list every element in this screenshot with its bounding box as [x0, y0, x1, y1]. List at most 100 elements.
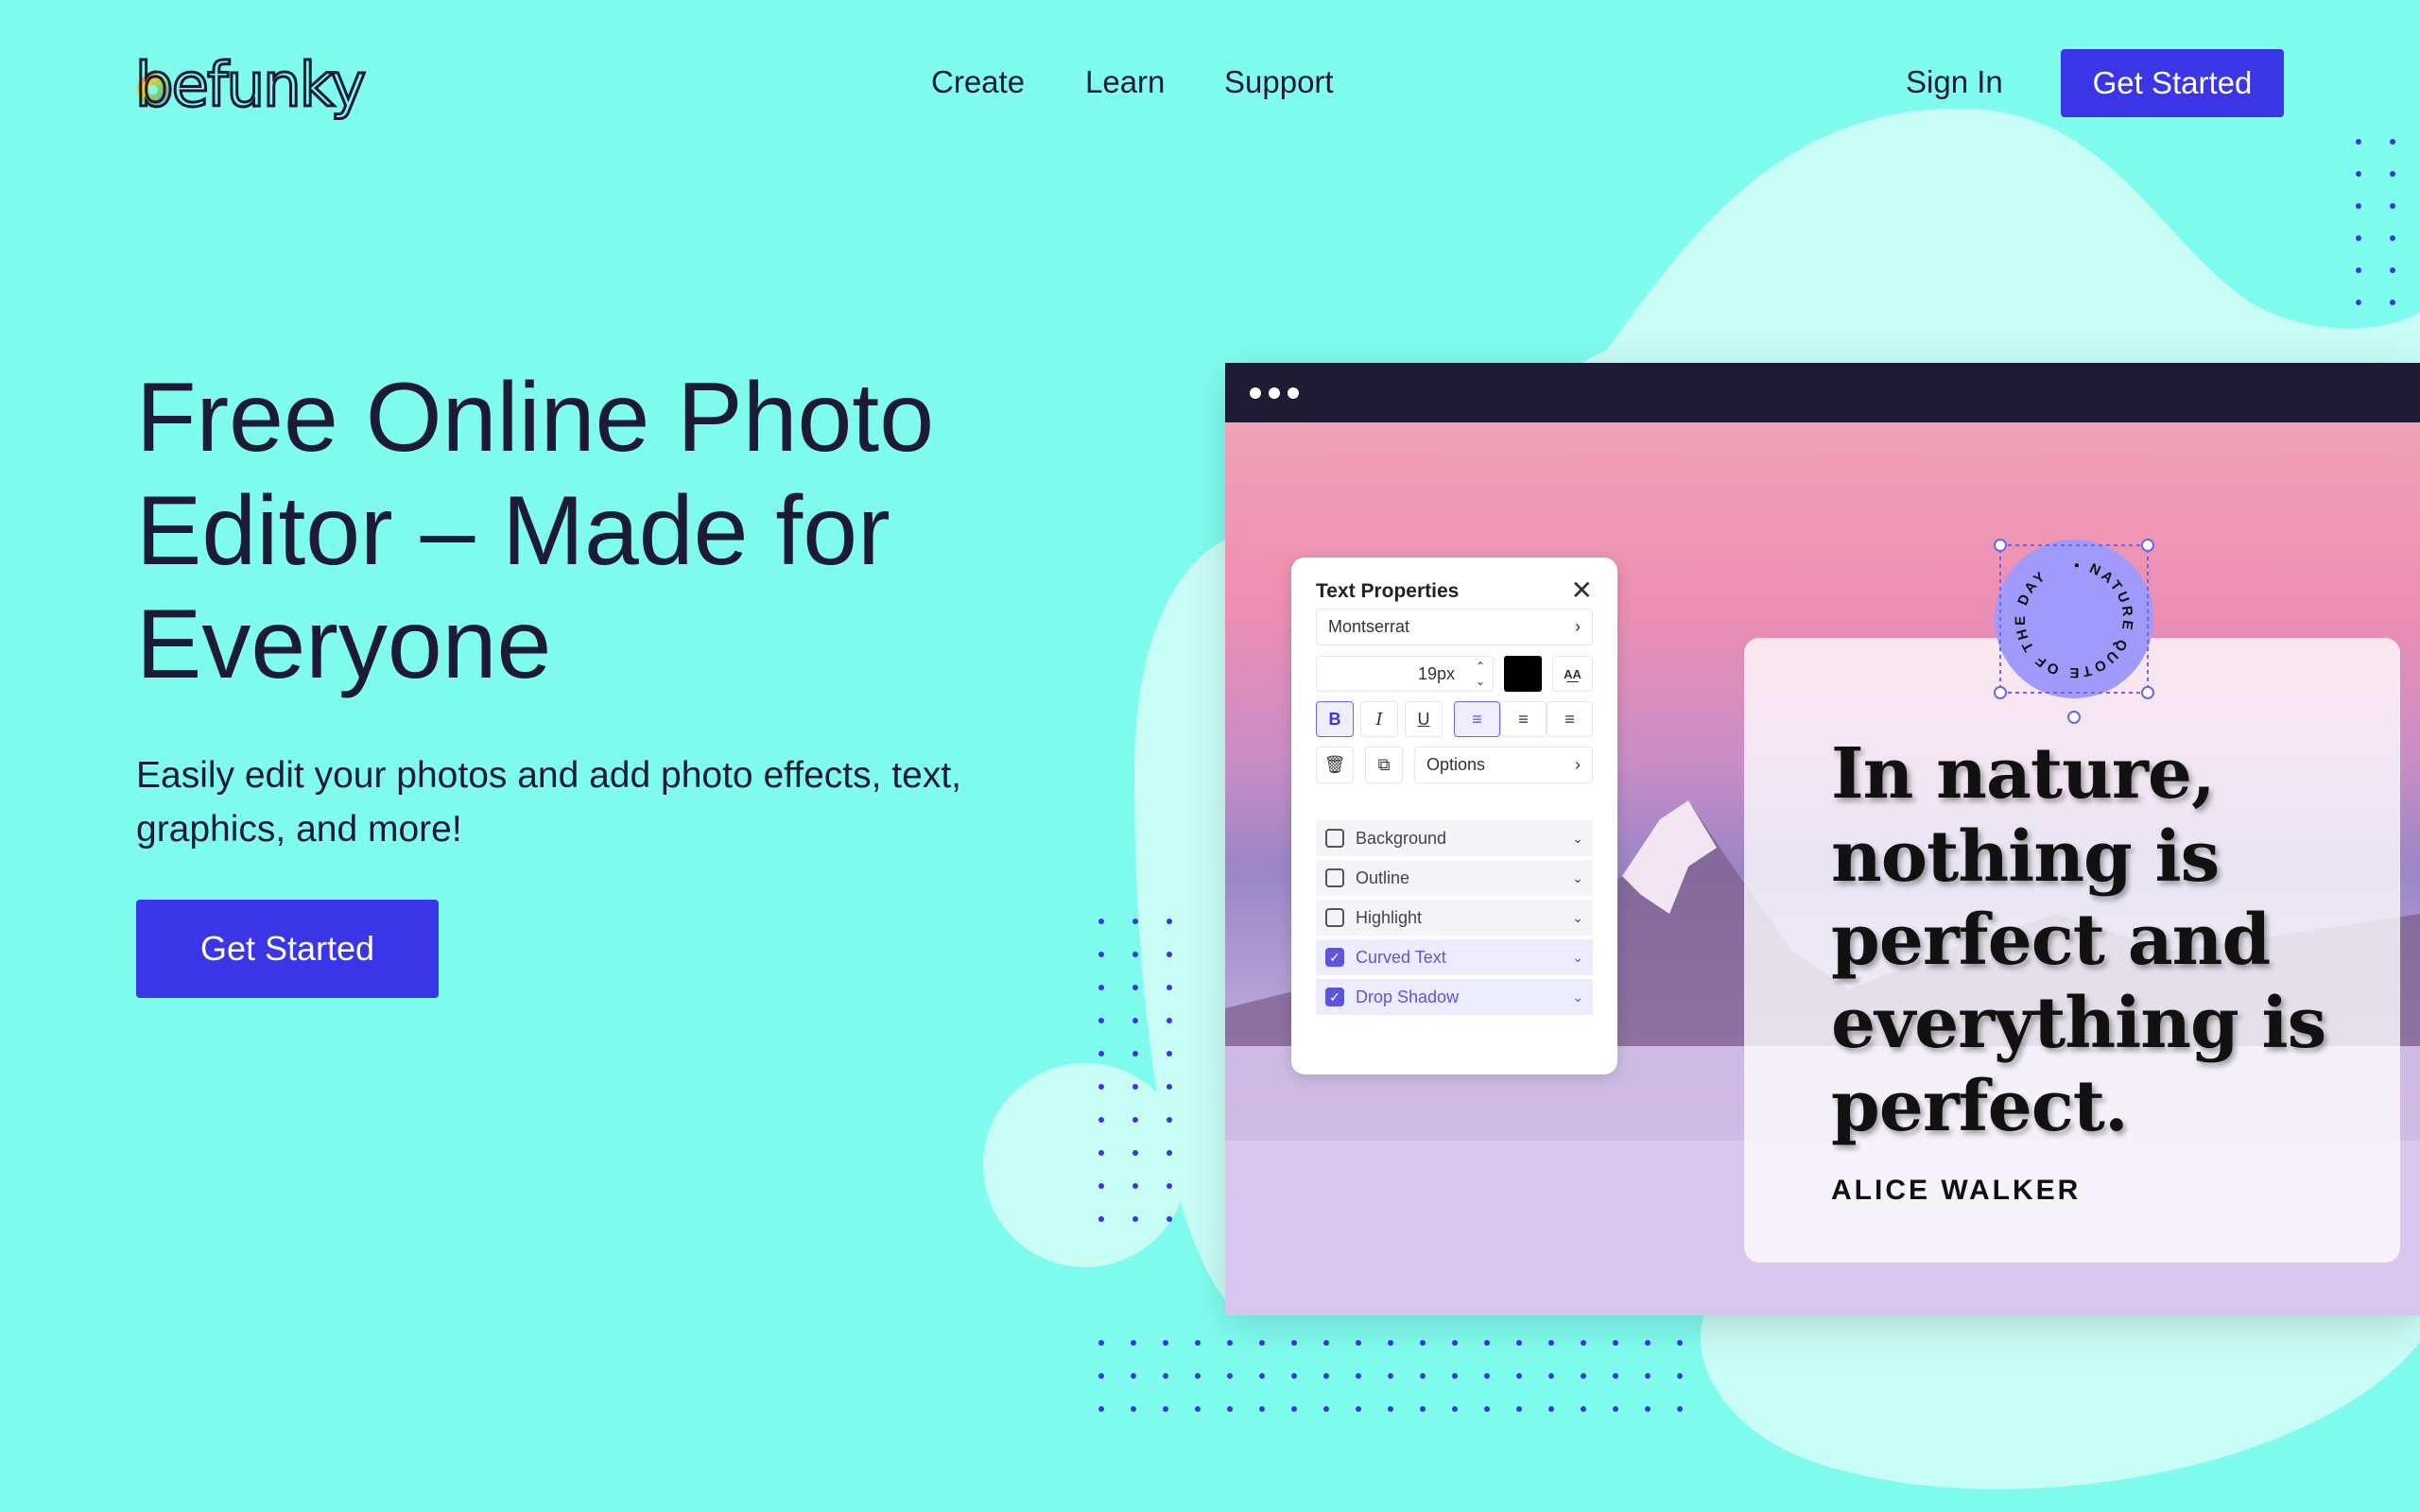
dot-pattern	[1613, 1406, 1618, 1412]
text-properties-panel: Text Properties ✕ Montserrat › 19px ⌃ ⌄ A͟…	[1291, 558, 1617, 1074]
dot-pattern	[1259, 1373, 1265, 1379]
stepper-icon[interactable]: ⌃ ⌄	[1476, 659, 1485, 689]
chevron-down-icon[interactable]: ⌄	[1572, 910, 1583, 926]
duplicate-icon[interactable]: ⧉	[1365, 747, 1403, 783]
dot-pattern	[1420, 1373, 1426, 1379]
dot-pattern	[2356, 203, 2361, 209]
dot-pattern	[1677, 1406, 1683, 1412]
dot-pattern	[1098, 1373, 1104, 1379]
editor-preview-window: Text Properties ✕ Montserrat › 19px ⌃ ⌄ A͟…	[1225, 363, 2420, 1315]
dot-pattern	[1132, 919, 1138, 924]
dot-pattern	[2390, 203, 2395, 209]
dot-pattern	[2356, 300, 2361, 305]
chevron-right-icon: ›	[1575, 755, 1581, 774]
dot-pattern	[1645, 1406, 1651, 1412]
dot-pattern	[1163, 1340, 1168, 1346]
align-right-icon[interactable]: ≡	[1547, 701, 1593, 737]
dot-pattern	[1098, 1406, 1104, 1412]
dot-pattern	[1613, 1373, 1618, 1379]
hero-get-started-button[interactable]: Get Started	[136, 900, 439, 998]
effect-row-outline[interactable]: Outline ⌄	[1316, 860, 1593, 896]
checkbox[interactable]: ✓	[1325, 988, 1344, 1006]
dot-pattern	[1131, 1340, 1136, 1346]
dot-pattern	[2356, 139, 2361, 145]
dot-pattern	[1132, 952, 1138, 957]
dot-pattern	[1227, 1373, 1233, 1379]
align-center-icon[interactable]: ≡	[1500, 701, 1547, 737]
befunky-logo[interactable]: befunky	[134, 38, 383, 125]
dot-pattern	[2356, 171, 2361, 177]
dot-pattern	[1195, 1340, 1201, 1346]
options-button[interactable]: Options ›	[1414, 747, 1593, 783]
dot-pattern	[1452, 1373, 1458, 1379]
dot-pattern	[1098, 1150, 1104, 1156]
dot-pattern	[1645, 1340, 1651, 1346]
bold-button[interactable]: B	[1316, 701, 1354, 737]
close-icon[interactable]: ✕	[1571, 575, 1593, 606]
dot-pattern	[1167, 1183, 1172, 1189]
dot-pattern	[1548, 1340, 1554, 1346]
font-select[interactable]: Montserrat ›	[1316, 609, 1593, 645]
letter-spacing-icon[interactable]: A͟A	[1552, 656, 1593, 692]
nav-create[interactable]: Create	[931, 64, 1025, 100]
nav-support[interactable]: Support	[1224, 64, 1334, 100]
italic-button[interactable]: I	[1360, 701, 1398, 737]
window-titlebar	[1225, 363, 2420, 422]
dot-pattern	[1420, 1406, 1426, 1412]
dot-pattern	[1388, 1340, 1393, 1346]
dot-pattern	[1323, 1340, 1329, 1346]
effect-label: Curved Text	[1356, 947, 1446, 967]
nav-learn[interactable]: Learn	[1085, 64, 1165, 100]
dot-pattern	[1132, 1117, 1138, 1123]
dot-pattern	[1516, 1340, 1522, 1346]
dot-pattern	[1132, 1216, 1138, 1222]
dot-pattern	[1388, 1373, 1393, 1379]
checkbox[interactable]: ✓	[1325, 948, 1344, 967]
chevron-down-icon[interactable]: ⌄	[1572, 870, 1583, 886]
chevron-down-icon[interactable]: ⌄	[1572, 989, 1583, 1005]
dot-pattern	[1132, 1051, 1138, 1057]
dot-pattern	[1131, 1373, 1136, 1379]
dot-pattern	[1167, 1216, 1172, 1222]
dot-pattern	[1167, 985, 1172, 990]
dot-pattern	[1098, 1084, 1104, 1090]
svg-text:befunky: befunky	[135, 51, 364, 121]
dot-pattern	[1484, 1406, 1490, 1412]
dot-pattern	[1098, 919, 1104, 924]
dot-pattern	[1167, 919, 1172, 924]
photo-canvas: Text Properties ✕ Montserrat › 19px ⌃ ⌄ A͟…	[1225, 422, 2420, 1315]
dot-pattern	[1195, 1373, 1201, 1379]
underline-button[interactable]: U	[1405, 701, 1443, 737]
text-color-swatch[interactable]	[1504, 656, 1542, 692]
dot-pattern	[1291, 1340, 1297, 1346]
chevron-down-icon[interactable]: ⌄	[1572, 950, 1583, 966]
dot-pattern	[1132, 1150, 1138, 1156]
checkbox[interactable]	[1325, 868, 1344, 887]
header-get-started-button[interactable]: Get Started	[2061, 49, 2284, 117]
effect-row-drop-shadow[interactable]: ✓ Drop Shadow ⌄	[1316, 979, 1593, 1015]
dot-pattern	[1452, 1340, 1458, 1346]
trash-icon[interactable]: 🗑	[1316, 747, 1354, 783]
font-size-input[interactable]: 19px ⌃ ⌄	[1316, 656, 1494, 692]
align-left-icon[interactable]: ≡	[1454, 701, 1500, 737]
curved-text-badge[interactable]: • NATURE QUOTE OF THE DAY	[1993, 538, 2155, 724]
dot-pattern	[2356, 267, 2361, 273]
effect-row-background[interactable]: Background ⌄	[1316, 820, 1593, 856]
dot-pattern	[1516, 1406, 1522, 1412]
checkbox[interactable]	[1325, 829, 1344, 848]
effect-label: Drop Shadow	[1356, 987, 1460, 1006]
effect-label: Outline	[1356, 868, 1410, 887]
quote-author: ALICE WALKER	[1831, 1175, 2082, 1206]
dot-pattern	[1356, 1406, 1361, 1412]
chevron-down-icon[interactable]: ⌄	[1572, 831, 1583, 847]
effect-row-highlight[interactable]: Highlight ⌄	[1316, 900, 1593, 936]
dot-pattern	[1452, 1406, 1458, 1412]
dot-pattern	[2390, 267, 2395, 273]
checkbox[interactable]	[1325, 908, 1344, 927]
dot-pattern	[1163, 1373, 1168, 1379]
dot-pattern	[1132, 1183, 1138, 1189]
dot-pattern	[1677, 1373, 1683, 1379]
sign-in-link[interactable]: Sign In	[1906, 64, 2003, 100]
dot-pattern	[1677, 1340, 1683, 1346]
effect-row-curved-text[interactable]: ✓ Curved Text ⌄	[1316, 939, 1593, 975]
